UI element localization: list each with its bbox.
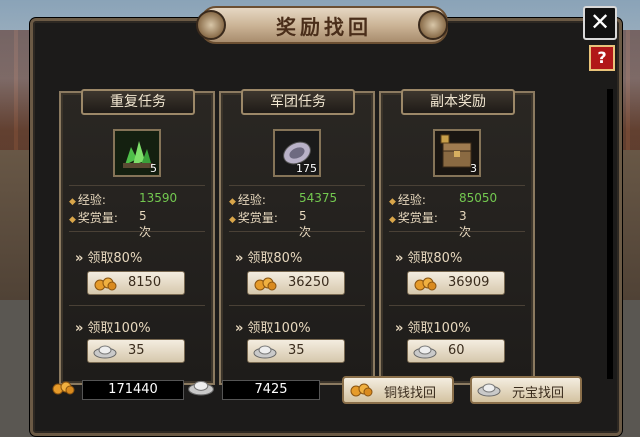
card-dungeon-reward: 副本奖励 3 ◆ 经验: 85050 ◆ 奖赏量: 3次 » 领取80% 369… xyxy=(379,89,535,385)
claim-80-value: 36250 xyxy=(288,275,330,290)
reward-count-row: ◆ 奖赏量: 5次 xyxy=(229,209,312,239)
divider xyxy=(69,305,205,306)
claim-80-label: » 领取80% xyxy=(395,251,463,266)
exp-row: ◆ 经验: 54375 xyxy=(229,191,338,207)
card-tab-label: 重复任务 xyxy=(81,89,195,115)
copper-retrieve-button[interactable]: 铜钱找回 xyxy=(342,376,454,404)
copper-coin-icon xyxy=(94,277,117,291)
copper-total: 171440 xyxy=(82,380,184,400)
exp-row: ◆ 经验: 85050 xyxy=(389,191,498,207)
card-tab-label: 军团任务 xyxy=(241,89,355,115)
exp-value: 13590 xyxy=(139,191,178,205)
ingot-retrieve-label: 元宝找回 xyxy=(512,386,565,401)
claim-80-copper-button[interactable]: 8150 xyxy=(87,271,185,295)
reward-count-label: 奖赏量: xyxy=(77,211,118,225)
close-button[interactable]: ✕ xyxy=(583,6,617,40)
claim-80-label: » 领取80% xyxy=(235,251,303,266)
reward-count-label: 奖赏量: xyxy=(397,211,438,225)
claim-100-label: » 领取100% xyxy=(75,321,151,336)
copper-coin-icon xyxy=(52,381,75,395)
exp-label: 经验: xyxy=(237,193,266,207)
divider xyxy=(69,231,205,232)
silver-ingot-icon xyxy=(188,380,214,396)
copper-coin-icon xyxy=(414,277,437,291)
silver-ingot-icon xyxy=(93,345,117,359)
divider xyxy=(229,185,365,186)
ingot-retrieve-button[interactable]: 元宝找回 xyxy=(470,376,582,404)
exp-label: 经验: xyxy=(77,193,106,207)
claim-80-label: » 领取80% xyxy=(75,251,143,266)
claim-100-label: » 领取100% xyxy=(395,321,471,336)
silver-ingot-icon xyxy=(253,345,277,359)
silver-ingot-icon xyxy=(413,345,437,359)
treasure-chest-icon[interactable]: 3 xyxy=(433,129,481,177)
divider xyxy=(389,231,525,232)
claim-100-value: 60 xyxy=(448,343,465,358)
claim-100-ingot-button[interactable]: 60 xyxy=(407,339,505,363)
title-ornament-left-icon xyxy=(196,10,226,40)
icon-count: 3 xyxy=(470,162,477,175)
copper-coin-icon xyxy=(350,383,373,397)
claim-80-value: 8150 xyxy=(128,275,162,290)
card-legion-task: 军团任务 175 ◆ 经验: 54375 ◆ 奖赏量: 5次 » 领取80% 3… xyxy=(219,89,375,385)
divider xyxy=(389,305,525,306)
claim-80-copper-button[interactable]: 36250 xyxy=(247,271,345,295)
reward-count-value: 3次 xyxy=(459,209,472,239)
claim-100-label: » 领取100% xyxy=(235,321,311,336)
divider xyxy=(229,305,365,306)
bottom-bar: 171440 7425 铜钱找回 元宝找回 xyxy=(36,370,612,406)
exp-value: 54375 xyxy=(299,191,338,205)
claim-80-value: 36909 xyxy=(448,275,490,290)
copper-coin-icon xyxy=(254,277,277,291)
divider xyxy=(229,231,365,232)
card-tab-label: 副本奖励 xyxy=(401,89,515,115)
exp-row: ◆ 经验: 13590 xyxy=(69,191,178,207)
jade-ore-icon[interactable]: 5 xyxy=(113,129,161,177)
claim-100-value: 35 xyxy=(288,343,305,358)
claim-100-ingot-button[interactable]: 35 xyxy=(87,339,185,363)
exp-value: 85050 xyxy=(459,191,498,205)
icon-count: 175 xyxy=(296,162,317,175)
ingot-total: 7425 xyxy=(222,380,320,400)
reward-count-row: ◆ 奖赏量: 3次 xyxy=(389,209,472,239)
scrollbar[interactable] xyxy=(607,89,613,379)
claim-100-ingot-button[interactable]: 35 xyxy=(247,339,345,363)
page-title: 奖励找回 xyxy=(200,6,448,44)
help-button[interactable]: ? xyxy=(589,45,615,71)
exp-label: 经验: xyxy=(397,193,426,207)
silver-token-icon[interactable]: 175 xyxy=(273,129,321,177)
title-ornament-right-icon xyxy=(418,10,448,40)
reward-count-row: ◆ 奖赏量: 5次 xyxy=(69,209,152,239)
claim-100-value: 35 xyxy=(128,343,145,358)
icon-count: 5 xyxy=(150,162,157,175)
reward-count-value: 5次 xyxy=(299,209,312,239)
claim-80-copper-button[interactable]: 36909 xyxy=(407,271,505,295)
card-repeat-task: 重复任务 5 ◆ 经验: 13590 ◆ 奖赏量: 5次 » 领取80% 815… xyxy=(59,89,215,385)
reward-count-value: 5次 xyxy=(139,209,152,239)
copper-retrieve-label: 铜钱找回 xyxy=(384,386,437,401)
divider xyxy=(69,185,205,186)
divider xyxy=(389,185,525,186)
reward-count-label: 奖赏量: xyxy=(237,211,278,225)
silver-ingot-icon xyxy=(477,383,501,397)
